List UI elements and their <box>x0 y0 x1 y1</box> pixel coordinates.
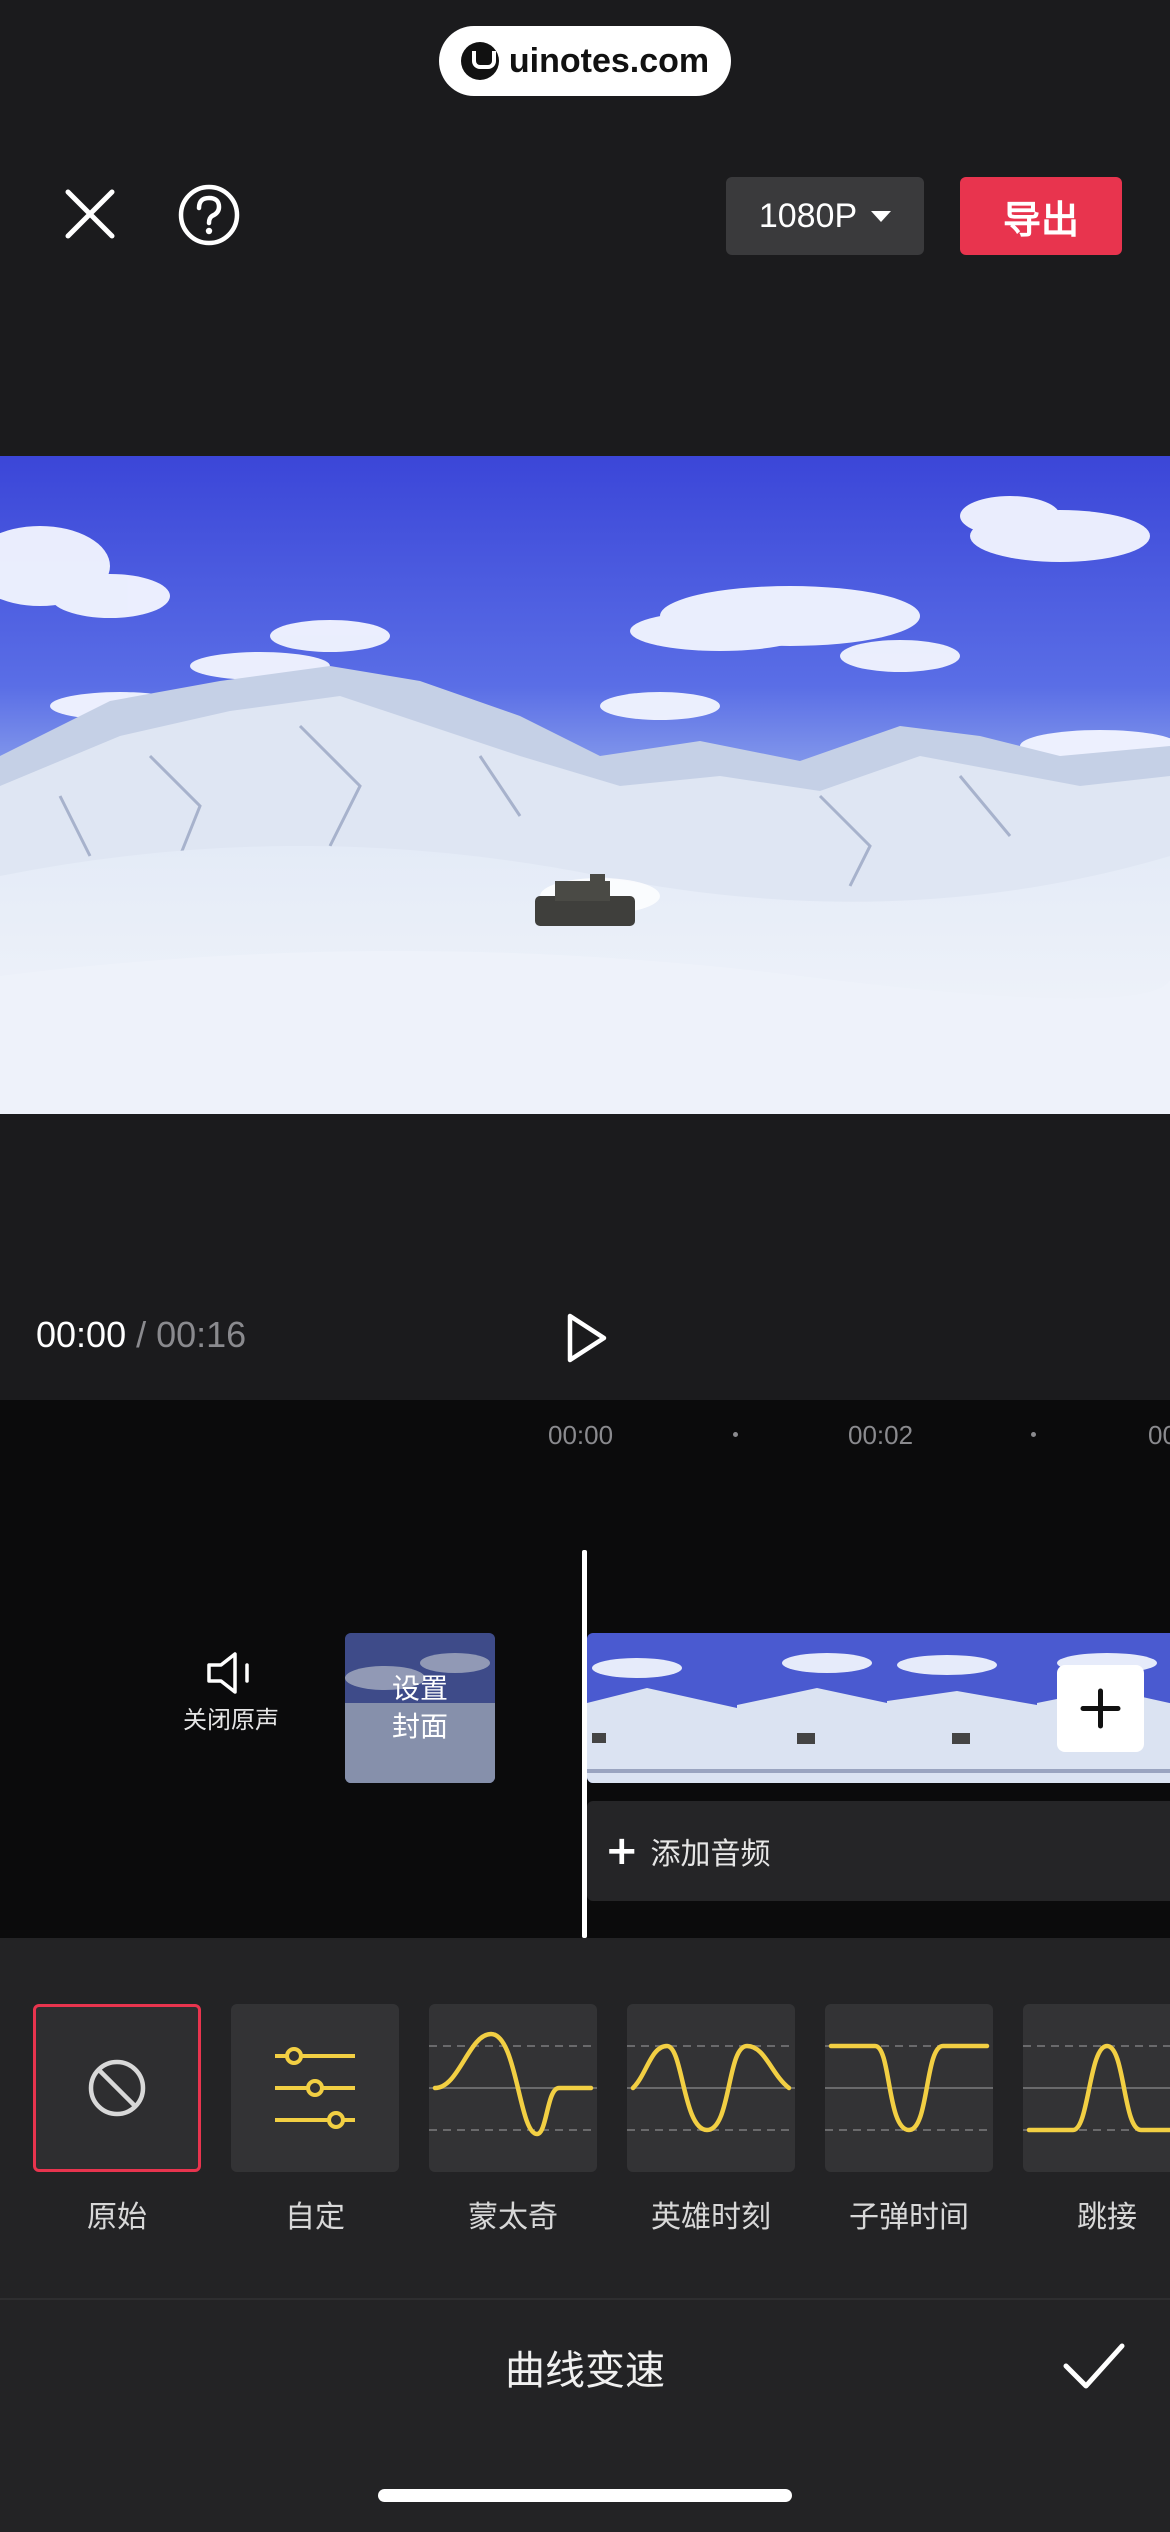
caret-down-icon <box>871 210 892 222</box>
panel-title: 曲线变速 <box>505 2348 665 2394</box>
clip-frame-thumbnail <box>587 1633 737 1783</box>
clip-frame-thumbnail <box>737 1633 887 1783</box>
export-button[interactable]: 导出 <box>960 177 1122 255</box>
curve-jumpcut-icon <box>1023 2043 1170 2133</box>
resolution-dropdown[interactable]: 1080P <box>726 177 924 255</box>
preset-original[interactable] <box>33 2004 201 2172</box>
no-symbol-icon <box>88 2059 146 2117</box>
uinotes-logo-icon <box>460 42 499 80</box>
preset-jump-cut[interactable] <box>1023 2004 1170 2172</box>
sliders-icon <box>275 2047 355 2129</box>
preset-label: 英雄时刻 <box>651 2200 771 2235</box>
preset-label: 子弹时间 <box>849 2200 969 2235</box>
total-time: 00:16 <box>156 1314 247 1355</box>
play-icon <box>567 1313 607 1363</box>
play-button[interactable] <box>558 1308 614 1368</box>
confirm-button[interactable] <box>1058 2336 1130 2396</box>
checkmark-icon <box>1063 2343 1125 2389</box>
time-display: 00:00/00:16 <box>36 1314 246 1356</box>
close-button[interactable] <box>56 180 124 248</box>
ruler-mark-2: 00 <box>1148 1420 1170 1450</box>
add-clip-button[interactable] <box>1057 1665 1144 1752</box>
clip-frame-thumbnail <box>887 1633 1037 1783</box>
home-indicator <box>378 2489 792 2502</box>
set-cover-label: 设置 封面 <box>345 1633 495 1783</box>
time-separator: / <box>136 1314 147 1355</box>
preset-label: 蒙太奇 <box>468 2200 558 2235</box>
close-icon <box>65 189 115 239</box>
curve-hero-icon <box>627 2043 795 2133</box>
help-button[interactable] <box>174 180 244 250</box>
mute-original-label: 关闭原声 <box>183 1706 279 1734</box>
plus-icon: + <box>605 1828 639 1874</box>
preset-montage[interactable] <box>429 2004 597 2172</box>
add-audio-button[interactable]: + 添加音频 <box>587 1801 1170 1901</box>
plus-icon <box>1080 1688 1121 1729</box>
watermark-badge: uinotes.com <box>439 26 731 96</box>
playhead[interactable] <box>582 1550 587 1938</box>
resolution-label: 1080P <box>758 196 858 235</box>
curve-montage-icon <box>429 2031 597 2137</box>
snowy-mountain-scene-image <box>0 456 1170 1114</box>
current-time: 00:00 <box>36 1314 127 1355</box>
ruler-mark-1: 00:02 <box>848 1420 914 1450</box>
add-audio-label: 添加音频 <box>650 1837 771 1872</box>
help-icon <box>178 184 240 246</box>
preset-label: 原始 <box>87 2200 147 2235</box>
preset-hero-moment[interactable] <box>627 2004 795 2172</box>
ruler-dot <box>1031 1432 1036 1437</box>
curve-bullet-icon <box>825 2043 993 2133</box>
set-cover-button[interactable]: 设置 封面 <box>345 1633 495 1783</box>
preset-label: 自定 <box>285 2200 345 2235</box>
preset-custom[interactable] <box>231 2004 399 2172</box>
watermark-text: uinotes.com <box>508 41 710 80</box>
mute-original-button[interactable]: 关闭原声 <box>168 1650 294 1760</box>
set-cover-line2: 封面 <box>391 1710 448 1743</box>
video-preview[interactable] <box>0 456 1170 1114</box>
set-cover-line1: 设置 <box>391 1672 448 1705</box>
ruler-dot <box>733 1432 738 1437</box>
panel-divider <box>0 2298 1170 2300</box>
preset-bullet-time[interactable] <box>825 2004 993 2172</box>
preset-label: 跳接 <box>1077 2200 1137 2235</box>
speaker-icon <box>207 1652 249 1694</box>
ruler-mark-0: 00:00 <box>548 1420 614 1450</box>
